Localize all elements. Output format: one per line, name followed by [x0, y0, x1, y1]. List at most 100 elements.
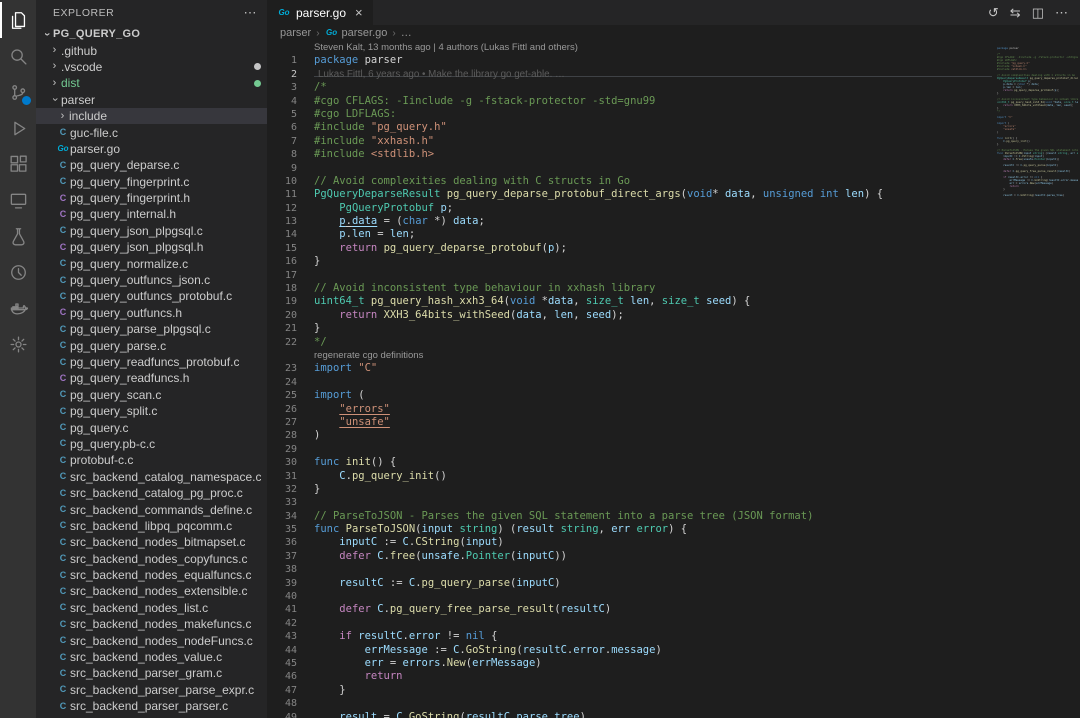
clock-icon[interactable] [0, 254, 36, 290]
tree-item-src-backend-libpq-pqcomm-c[interactable]: Csrc_backend_libpq_pqcomm.c [36, 518, 267, 534]
tree-item-include[interactable]: ›include [36, 108, 267, 124]
explorer-more-actions-icon[interactable]: ⋯ [244, 5, 258, 21]
c-file-icon: C [56, 620, 70, 629]
tree-item-pg-query-json-plpgsql-c[interactable]: Cpg_query_json_plpgsql.c [36, 223, 267, 239]
docker-icon[interactable] [0, 290, 36, 326]
minimap[interactable]: package parser/*#cgo CFLAGS: -Iinclude -… [992, 41, 1080, 718]
c-file-icon: C [56, 128, 70, 137]
code-lens[interactable]: Steven Kalt, 13 months ago | 4 authors (… [314, 41, 578, 54]
breadcrumb-symbol[interactable]: … [401, 27, 412, 39]
tree-item-label: src_backend_nodes_makefuncs.c [70, 617, 251, 631]
explorer-icon[interactable] [0, 2, 36, 38]
tree-item-pg-query-fingerprint-c[interactable]: Cpg_query_fingerprint.c [36, 174, 267, 190]
tree-item-src-backend-parser-gram-c[interactable]: Csrc_backend_parser_gram.c [36, 665, 267, 681]
c-file-icon: C [56, 194, 70, 203]
open-changes-icon[interactable]: ⇆ [1010, 5, 1021, 21]
tree-item-src-backend-nodes-value-c[interactable]: Csrc_backend_nodes_value.c [36, 649, 267, 665]
close-icon[interactable]: × [355, 5, 363, 20]
split-editor-icon[interactable]: ◫ [1032, 5, 1044, 21]
breadcrumb-file[interactable]: Go parser.go [325, 27, 388, 39]
tree-item-label: pg_query_scan.c [70, 388, 161, 402]
code-line: 42 [267, 617, 992, 630]
tree-item-src-backend-nodes-makefuncs-c[interactable]: Csrc_backend_nodes_makefuncs.c [36, 616, 267, 632]
extensions-icon[interactable] [0, 146, 36, 182]
tree-item--github[interactable]: ›.github [36, 42, 267, 58]
code-lens-row: Steven Kalt, 13 months ago | 4 authors (… [267, 41, 992, 54]
tree-item-label: pg_query_fingerprint.c [70, 175, 189, 189]
tree-item-guc-file-c[interactable]: Cguc-file.c [36, 124, 267, 140]
code-line: 36 inputC := C.CString(input) [267, 536, 992, 549]
tree-item-pg-query-go[interactable]: ›PG_QUERY_GO [36, 26, 267, 42]
line-number: 37 [267, 550, 297, 563]
code-line: 25import ( [267, 389, 992, 402]
file-tree[interactable]: ›PG_QUERY_GO›.github›.vscode›dist›parser… [36, 26, 267, 718]
tree-item-pg-query-pb-c-c[interactable]: Cpg_query.pb-c.c [36, 436, 267, 452]
line-number: 46 [267, 670, 297, 683]
tree-item-pg-query-parse-plpgsql-c[interactable]: Cpg_query_parse_plpgsql.c [36, 321, 267, 337]
remote-explorer-icon[interactable] [0, 182, 36, 218]
tree-item-src-backend-catalog-pg-proc-c[interactable]: Csrc_backend_catalog_pg_proc.c [36, 485, 267, 501]
code-line: 21} [267, 322, 992, 335]
tree-item-pg-query-fingerprint-h[interactable]: Cpg_query_fingerprint.h [36, 190, 267, 206]
inline-blame: Lukas Fittl, 6 years ago • Make the libr… [318, 68, 565, 81]
tree-item-pg-query-internal-h[interactable]: Cpg_query_internal.h [36, 206, 267, 222]
tree-item-parser-go[interactable]: Goparser.go [36, 141, 267, 157]
tree-item-dist[interactable]: ›dist [36, 75, 267, 91]
tree-item-src-backend-nodes-equalfuncs-c[interactable]: Csrc_backend_nodes_equalfuncs.c [36, 567, 267, 583]
chevron-down-icon: › [49, 93, 60, 106]
tree-item-pg-query-outfuncs-h[interactable]: Cpg_query_outfuncs.h [36, 305, 267, 321]
tree-item-src-backend-nodes-copyfuncs-c[interactable]: Csrc_backend_nodes_copyfuncs.c [36, 551, 267, 567]
more-actions-icon[interactable]: ⋯ [1055, 5, 1068, 21]
tree-item-pg-query-c[interactable]: Cpg_query.c [36, 419, 267, 435]
code-lens[interactable]: regenerate cgo definitions [314, 349, 423, 362]
line-number: 15 [267, 242, 297, 255]
search-icon[interactable] [0, 38, 36, 74]
tree-item-pg-query-parse-c[interactable]: Cpg_query_parse.c [36, 337, 267, 353]
tree-item--vscode[interactable]: ›.vscode [36, 59, 267, 75]
tree-item-pg-query-readfuncs-h[interactable]: Cpg_query_readfuncs.h [36, 370, 267, 386]
tree-item-label: pg_query_parse.c [70, 339, 166, 353]
c-file-icon: C [56, 325, 70, 334]
tree-item-pg-query-scan-c[interactable]: Cpg_query_scan.c [36, 387, 267, 403]
source-control-icon[interactable] [0, 74, 36, 110]
code-area[interactable]: Steven Kalt, 13 months ago | 4 authors (… [267, 41, 992, 718]
tree-item-pg-query-json-plpgsql-h[interactable]: Cpg_query_json_plpgsql.h [36, 239, 267, 255]
tree-item-pg-query-deparse-c[interactable]: Cpg_query_deparse.c [36, 157, 267, 173]
tree-item-label: PG_QUERY_GO [53, 28, 140, 40]
line-number: 9 [267, 162, 297, 175]
tree-item-protobuf-c-c[interactable]: Cprotobuf-c.c [36, 452, 267, 468]
tree-item-label: .vscode [61, 60, 102, 74]
breadcrumb-folder[interactable]: parser [280, 27, 311, 39]
history-icon[interactable]: ↺ [988, 5, 999, 21]
tab-parser-go[interactable]: Go parser.go × [267, 0, 373, 25]
tree-item-src-backend-nodes-bitmapset-c[interactable]: Csrc_backend_nodes_bitmapset.c [36, 534, 267, 550]
tree-item-pg-query-normalize-c[interactable]: Cpg_query_normalize.c [36, 255, 267, 271]
tree-item-pg-query-outfuncs-protobuf-c[interactable]: Cpg_query_outfuncs_protobuf.c [36, 288, 267, 304]
tree-item-parser[interactable]: ›parser [36, 92, 267, 108]
c-file-icon: C [56, 505, 70, 514]
tree-item-src-backend-nodes-nodefuncs-c[interactable]: Csrc_backend_nodes_nodeFuncs.c [36, 632, 267, 648]
code-line: 19uint64_t pg_query_hash_xxh3_64(void *d… [267, 295, 992, 308]
settings-gear-icon[interactable] [0, 326, 36, 362]
line-number: 16 [267, 255, 297, 268]
tree-item-label: src_backend_catalog_pg_proc.c [70, 486, 243, 500]
tree-item-src-backend-nodes-extensible-c[interactable]: Csrc_backend_nodes_extensible.c [36, 583, 267, 599]
tree-item-label: pg_query_readfuncs.h [70, 371, 189, 385]
code-line: 30func init() { [267, 456, 992, 469]
testing-icon[interactable] [0, 218, 36, 254]
line-number: 42 [267, 617, 297, 630]
tree-item-src-backend-parser-parser-c[interactable]: Csrc_backend_parser_parser.c [36, 698, 267, 714]
line-number: 39 [267, 577, 297, 590]
tree-item-pg-query-readfuncs-protobuf-c[interactable]: Cpg_query_readfuncs_protobuf.c [36, 354, 267, 370]
c-file-icon: C [56, 243, 70, 252]
line-number: 28 [267, 429, 297, 442]
tree-item-src-backend-catalog-namespace-c[interactable]: Csrc_backend_catalog_namespace.c [36, 469, 267, 485]
git-status-dot [254, 80, 261, 87]
tree-item-src-backend-commands-define-c[interactable]: Csrc_backend_commands_define.c [36, 501, 267, 517]
chevron-right-icon: › [48, 78, 61, 89]
run-and-debug-icon[interactable] [0, 110, 36, 146]
tree-item-pg-query-outfuncs-json-c[interactable]: Cpg_query_outfuncs_json.c [36, 272, 267, 288]
tree-item-src-backend-nodes-list-c[interactable]: Csrc_backend_nodes_list.c [36, 600, 267, 616]
tree-item-src-backend-parser-parse-expr-c[interactable]: Csrc_backend_parser_parse_expr.c [36, 682, 267, 698]
tree-item-pg-query-split-c[interactable]: Cpg_query_split.c [36, 403, 267, 419]
